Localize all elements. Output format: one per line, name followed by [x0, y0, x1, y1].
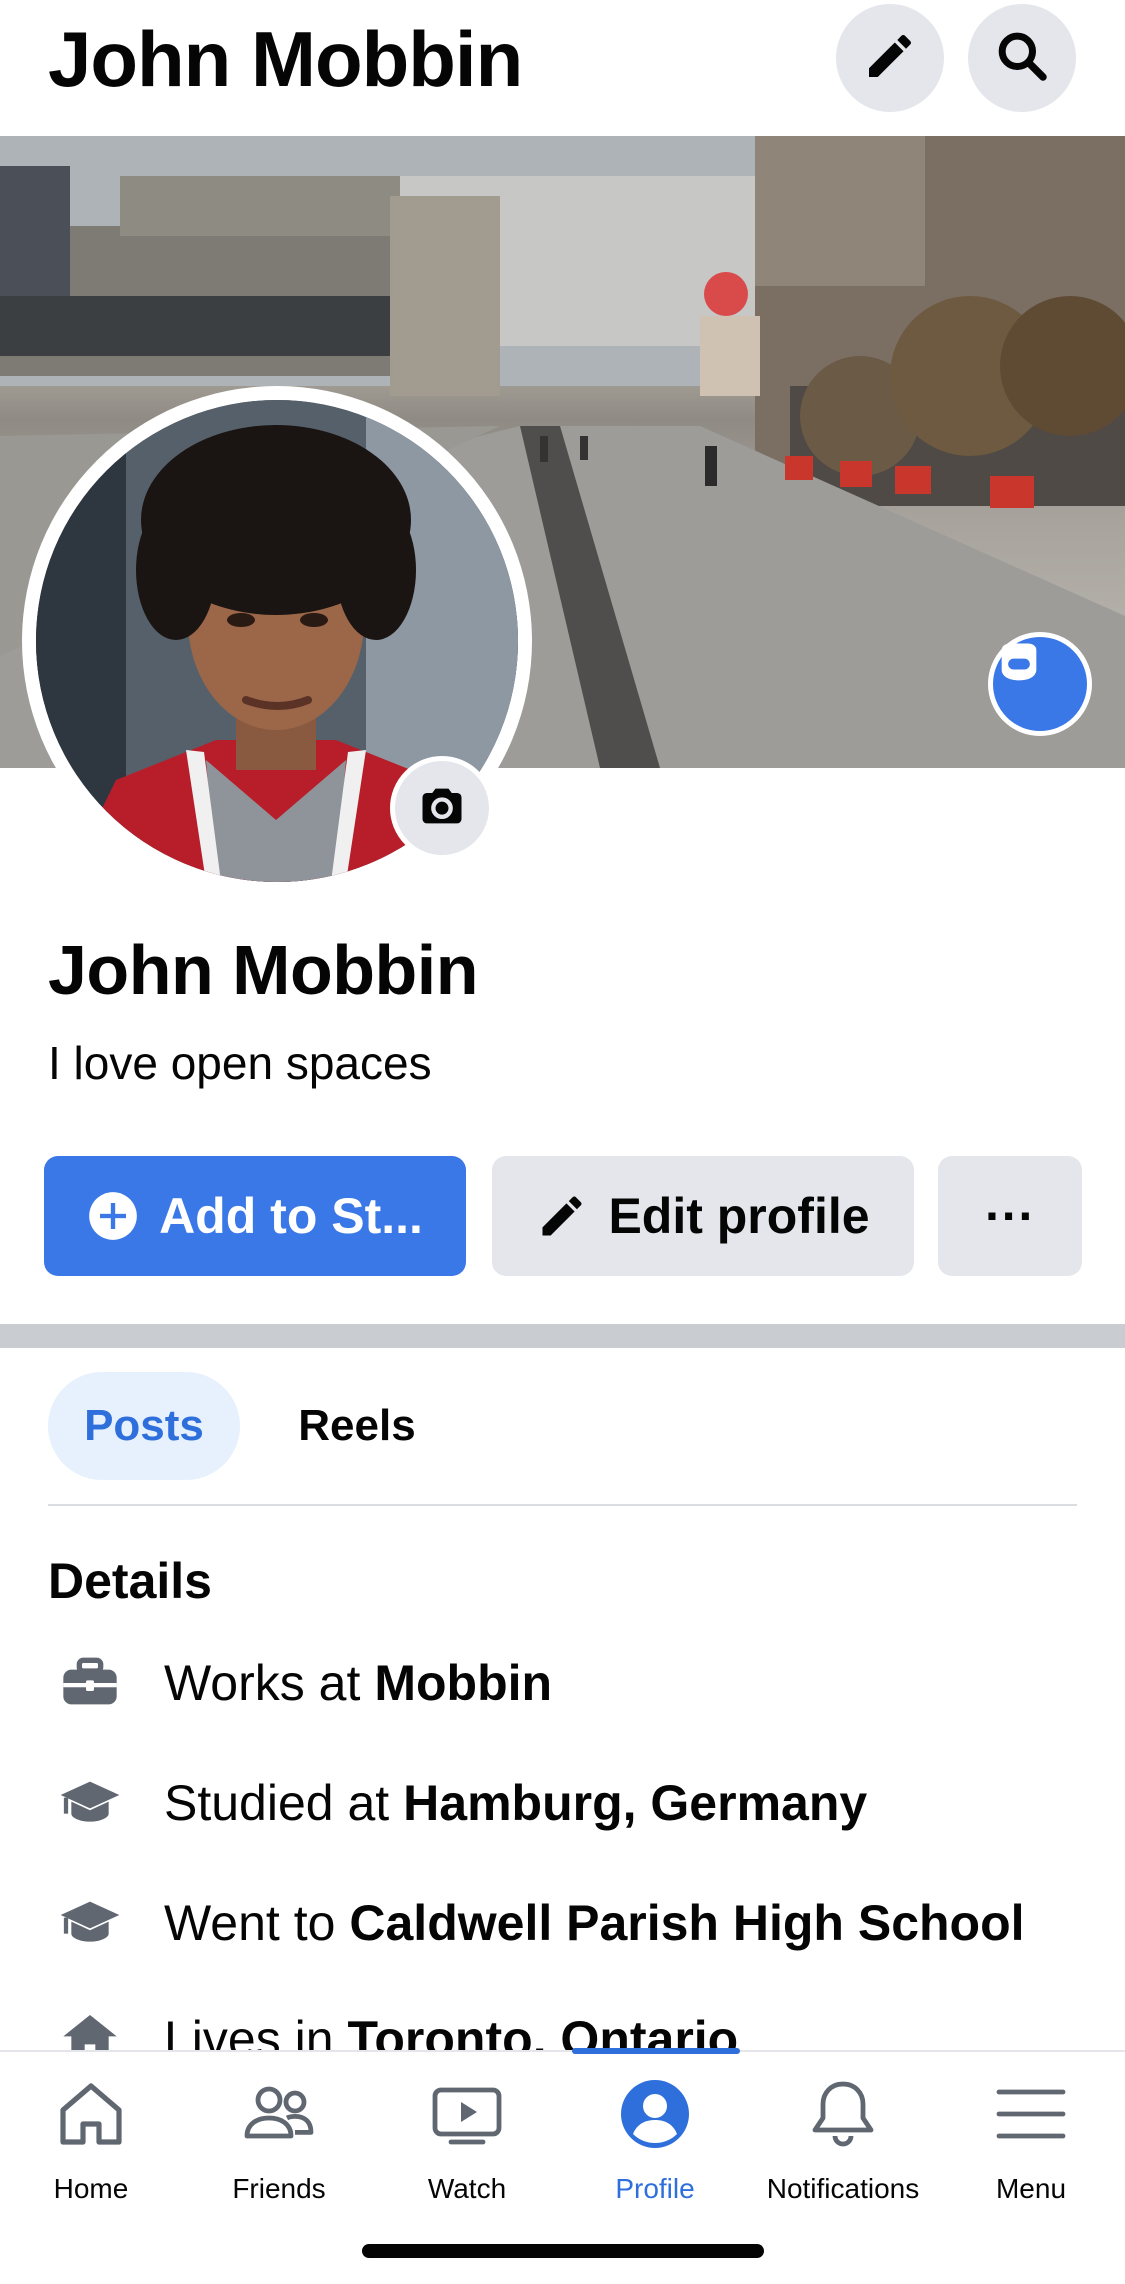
detail-item-studied: Studied at Hamburg, Germany [58, 1768, 867, 1838]
detail-prefix: Went to [164, 1895, 336, 1951]
nav-home[interactable]: Home [0, 2074, 185, 2205]
nav-notifications[interactable]: Notifications [749, 2074, 937, 2205]
profile-name: John Mobbin [48, 931, 478, 1009]
active-tab-indicator [572, 2048, 740, 2054]
nav-label: Profile [615, 2173, 695, 2204]
pencil-icon [862, 28, 918, 89]
nav-label: Notifications [766, 2173, 920, 2204]
pencil-icon [536, 1190, 588, 1242]
avatar-builder-button[interactable] [988, 632, 1092, 736]
tabs-divider [48, 1504, 1077, 1506]
more-icon: ··· [985, 1188, 1035, 1244]
search-button[interactable] [968, 4, 1076, 112]
profile-bio: I love open spaces [48, 1037, 432, 1089]
nav-label: Menu [995, 2173, 1067, 2204]
nav-menu[interactable]: Menu [937, 2074, 1125, 2205]
nav-friends[interactable]: Friends [185, 2074, 373, 2205]
detail-value[interactable]: Mobbin [374, 1654, 552, 1712]
tab-posts[interactable]: Posts [48, 1372, 240, 1480]
details-heading: Details [48, 1553, 212, 1609]
more-options-button[interactable]: ··· [938, 1156, 1082, 1276]
detail-prefix: Studied at [164, 1775, 390, 1831]
watch-icon [427, 2074, 507, 2159]
camera-icon [416, 780, 468, 837]
profile-icon [615, 2074, 695, 2159]
nav-label: Home [53, 2173, 129, 2204]
graduation-cap-icon [58, 1891, 122, 1955]
nav-label: Friends [232, 2173, 326, 2204]
top-header: John Mobbin [0, 0, 1125, 136]
home-icon [51, 2074, 131, 2159]
header-title: John Mobbin [48, 15, 523, 103]
edit-profile-label: Edit profile [608, 1188, 870, 1244]
briefcase-icon [58, 1651, 122, 1715]
add-to-story-button[interactable]: Add to St... [44, 1156, 466, 1276]
nav-label: Watch [427, 2173, 507, 2204]
add-to-story-label: Add to St... [159, 1188, 423, 1244]
detail-item-work: Works at Mobbin [58, 1648, 552, 1718]
bell-icon [803, 2074, 883, 2159]
graduation-cap-icon [58, 1771, 122, 1835]
tab-reels[interactable]: Reels [262, 1372, 452, 1480]
detail-item-school: Went to Caldwell Parish High School [58, 1888, 1025, 1958]
detail-value[interactable]: Hamburg, Germany [403, 1774, 867, 1832]
detail-value[interactable]: Caldwell Parish High School [349, 1894, 1024, 1952]
nav-profile[interactable]: Profile [561, 2074, 749, 2205]
nav-watch[interactable]: Watch [373, 2074, 561, 2205]
menu-icon [991, 2074, 1071, 2159]
edit-profile-button[interactable]: Edit profile [492, 1156, 914, 1276]
edit-profile-picture-button[interactable] [390, 756, 494, 860]
search-icon [994, 28, 1050, 89]
edit-button[interactable] [836, 4, 944, 112]
detail-prefix: Works at [164, 1655, 361, 1711]
plus-circle-icon [87, 1190, 139, 1242]
home-indicator [362, 2244, 764, 2258]
section-divider [0, 1324, 1125, 1348]
friends-icon [239, 2074, 319, 2159]
